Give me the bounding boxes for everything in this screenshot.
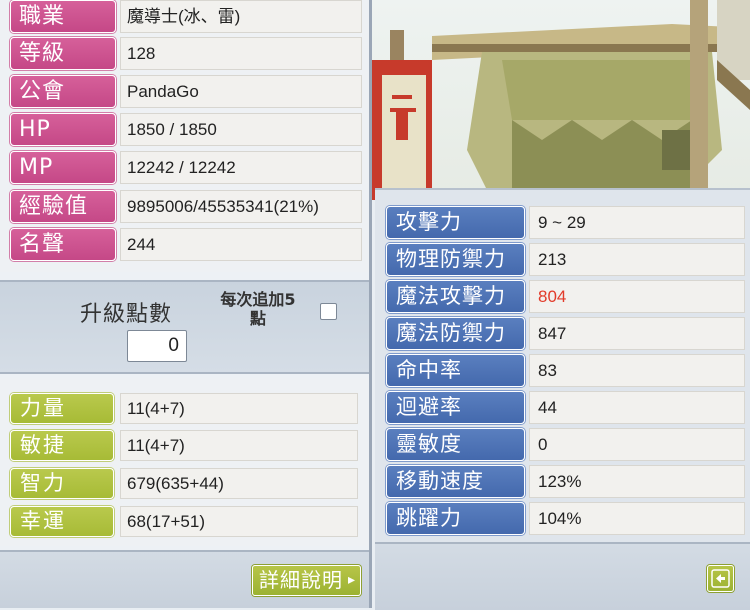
guild-label: 公會 <box>10 75 116 108</box>
weapon-def-value: 213 <box>529 243 745 276</box>
profile-row-guild: 公會 PandaGo <box>10 75 362 108</box>
profile-row-hp: HP 1850 / 1850 <box>10 113 362 146</box>
magic-def-value: 847 <box>529 317 745 350</box>
int-label: 智力 <box>10 468 114 499</box>
stat-row-accuracy: 命中率 83 <box>386 354 745 387</box>
stat-row-speed: 移動速度 123% <box>386 465 745 498</box>
luk-value: 68(17+51) <box>120 506 358 537</box>
job-label: 職業 <box>10 0 116 33</box>
stat-row-magic-atk: 魔法攻擊力 804 <box>386 280 745 313</box>
stat-row-magic-def: 魔法防禦力 847 <box>386 317 745 350</box>
hands-value: 0 <box>529 428 745 461</box>
back-button[interactable] <box>707 565 734 592</box>
exp-value: 9895006/45535341(21%) <box>120 190 362 223</box>
guild-value: PandaGo <box>120 75 362 108</box>
luk-label: 幸運 <box>10 506 114 537</box>
mp-value: 12242 / 12242 <box>120 151 362 184</box>
scene-illustration <box>372 0 750 200</box>
speed-label: 移動速度 <box>386 465 525 498</box>
background-scene <box>372 0 750 200</box>
chevron-right-icon: ▸ <box>347 572 356 588</box>
stat-row-attack: 攻擊力 9 ~ 29 <box>386 206 745 239</box>
profile-row-fame: 名聲 244 <box>10 228 362 261</box>
profile-row-level: 等級 128 <box>10 37 362 70</box>
level-label: 等級 <box>10 37 116 70</box>
weapon-def-label: 物理防禦力 <box>386 243 525 276</box>
right-panel-footer <box>375 542 750 610</box>
mp-label: MP <box>10 151 116 184</box>
dex-value: 11(4+7) <box>120 430 358 461</box>
str-label: 力量 <box>10 393 114 424</box>
ability-row-int: 智力 679(635+44) <box>10 468 358 501</box>
detailed-stats-panel: 攻擊力 9 ~ 29 物理防禦力 213 魔法攻擊力 804 魔法防禦力 847… <box>375 188 750 610</box>
attack-label: 攻擊力 <box>386 206 525 239</box>
ability-row-luk: 幸運 68(17+51) <box>10 506 358 539</box>
jump-value: 104% <box>529 502 745 535</box>
stat-row-jump: 跳躍力 104% <box>386 502 745 535</box>
magic-atk-label: 魔法攻擊力 <box>386 280 525 313</box>
ability-points-value: 0 <box>127 330 187 362</box>
level-value: 128 <box>120 37 362 70</box>
exp-label: 經驗值 <box>10 190 116 223</box>
accuracy-value: 83 <box>529 354 745 387</box>
character-info-panel: 職業 魔導士(冰、雷) 等級 128 公會 PandaGo HP 1850 / … <box>0 0 372 608</box>
auto-add-checkbox[interactable] <box>320 303 337 320</box>
profile-row-job: 職業 魔導士(冰、雷) <box>10 0 362 33</box>
fame-value: 244 <box>120 228 362 261</box>
stat-row-hands: 靈敏度 0 <box>386 428 745 461</box>
magic-def-label: 魔法防禦力 <box>386 317 525 350</box>
avoid-label: 迴避率 <box>386 391 525 424</box>
attack-value: 9 ~ 29 <box>529 206 745 239</box>
int-value: 679(635+44) <box>120 468 358 499</box>
hands-label: 靈敏度 <box>386 428 525 461</box>
auto-add-label: 每次追加5 點 <box>220 290 296 328</box>
speed-value: 123% <box>529 465 745 498</box>
ability-row-dex: 敏捷 11(4+7) <box>10 430 358 463</box>
profile-row-mp: MP 12242 / 12242 <box>10 151 362 184</box>
avoid-value: 44 <box>529 391 745 424</box>
str-value: 11(4+7) <box>120 393 358 424</box>
stat-row-avoid: 迴避率 44 <box>386 391 745 424</box>
job-value: 魔導士(冰、雷) <box>120 0 362 33</box>
detail-button[interactable]: 詳細說明 ▸ <box>252 565 361 596</box>
hp-label: HP <box>10 113 116 146</box>
accuracy-label: 命中率 <box>386 354 525 387</box>
stat-row-weapon-def: 物理防禦力 213 <box>386 243 745 276</box>
ability-row-str: 力量 11(4+7) <box>10 393 358 426</box>
magic-atk-value: 804 <box>529 280 745 313</box>
dex-label: 敏捷 <box>10 430 114 461</box>
ability-points-section: 升級點數 0 每次追加5 點 <box>0 280 369 374</box>
hp-value: 1850 / 1850 <box>120 113 362 146</box>
ability-points-title: 升級點數 <box>80 302 173 327</box>
fame-label: 名聲 <box>10 228 116 261</box>
arrow-left-icon <box>711 569 730 588</box>
jump-label: 跳躍力 <box>386 502 525 535</box>
combat-stats-list: 攻擊力 9 ~ 29 物理防禦力 213 魔法攻擊力 804 魔法防禦力 847… <box>386 202 745 535</box>
profile-row-exp: 經驗值 9895006/45535341(21%) <box>10 190 362 223</box>
detail-button-label: 詳細說明 <box>259 568 343 592</box>
